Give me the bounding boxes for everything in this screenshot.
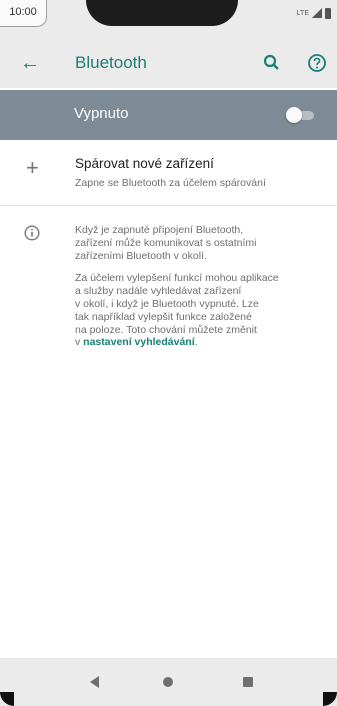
switch-thumb [286,107,302,123]
arrow-left-icon[interactable]: ← [20,50,40,76]
app-bar: ← Bluetooth [0,40,337,88]
bluetooth-info-text: Když je zapnuté připojení Bluetooth, zař… [75,224,330,359]
status-bar: 10:00 LTE [0,0,337,40]
info-paragraph: Když je zapnuté připojení Bluetooth, zař… [75,224,257,262]
search-icon[interactable] [262,53,282,73]
nav-home-icon[interactable] [163,677,173,687]
navigation-bar [0,658,337,706]
battery-icon [325,7,331,19]
status-icons: LTE [297,5,331,21]
camera-notch [86,0,238,26]
info-text-end: . [194,336,198,349]
settings-screen: 10:00 LTE ← Bluetooth Vypnuto + Spárovat… [0,0,337,706]
network-type: LTE [296,9,309,17]
nav-back-icon[interactable] [90,676,99,688]
nav-recents-icon[interactable] [243,677,253,687]
plus-icon: + [26,155,39,180]
status-time: 10:00 [0,0,47,27]
signal-icon [312,8,322,18]
bluetooth-switch[interactable] [286,107,316,123]
scanning-settings-link[interactable]: nastavení vyhledávání [83,336,194,348]
page-title: Bluetooth [75,53,147,72]
pair-new-device-subtitle: Zapne se Bluetooth za účelem spárování [75,177,266,189]
help-circle-icon[interactable] [307,53,327,73]
pair-new-device-title: Spárovat nové zařízení [75,156,214,171]
info-paragraph-scanning: Za účelem vylepšení funkcí mohou aplikac… [75,272,330,349]
bluetooth-toggle-row[interactable]: Vypnuto [0,90,337,140]
bluetooth-state-label: Vypnuto [74,105,129,122]
divider [0,205,337,206]
info-icon [24,225,40,241]
pair-new-device-item[interactable]: + Spárovat nové zařízení Zapne se Blueto… [0,142,337,204]
